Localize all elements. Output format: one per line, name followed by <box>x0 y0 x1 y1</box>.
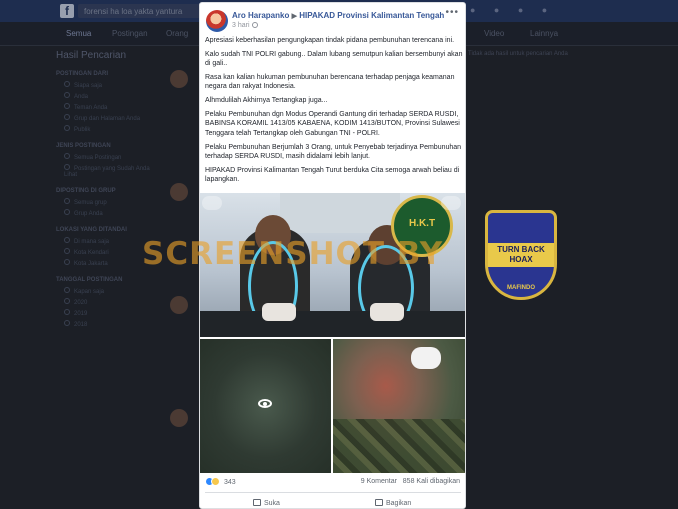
mafindo-logo-name: MAFINDO <box>507 285 535 291</box>
share-label: Bagikan <box>386 500 412 507</box>
badge-text: H.K.T <box>408 218 436 229</box>
post-header: Aro Harapanko ▶ HIPAKAD Provinsi Kaliman… <box>200 3 465 33</box>
filter-option[interactable]: Grup dan Halaman Anda <box>64 114 156 122</box>
photo-hidden-sensitive[interactable] <box>200 339 331 473</box>
filter-section-title: JENIS POSTINGAN <box>56 143 111 149</box>
reaction-bar: 343 9 Komentar 858 Kali dibagikan <box>205 477 460 489</box>
post-paragraph: Pelaku Pembunuhan dgn Modus Operandi Gan… <box>205 111 460 137</box>
group-name-link[interactable]: HIPAKAD Provinsi Kalimantan Tengah <box>299 11 444 20</box>
author-avatar[interactable] <box>206 10 228 32</box>
share-button[interactable]: Bagikan <box>375 499 411 507</box>
filter-option[interactable]: Siapa saja <box>64 81 156 89</box>
like-label: Suka <box>264 500 280 507</box>
filter-option[interactable]: 2018 <box>64 320 156 328</box>
arrow-icon: ▶ <box>291 13 297 20</box>
photo-glove <box>411 347 441 369</box>
right-panel-text: Tidak ada hasil untuk pencarian Anda <box>468 51 568 57</box>
photo-prev-icon[interactable] <box>202 196 222 210</box>
photo-next-icon[interactable] <box>441 196 461 210</box>
like-button[interactable]: Suka <box>253 499 280 507</box>
post-meta: 3 hari <box>232 22 258 29</box>
post-text: Apresiasi keberhasilan pengungkapan tind… <box>205 36 463 189</box>
filter-option[interactable]: 2020 <box>64 298 156 306</box>
avatar[interactable] <box>170 183 188 201</box>
mafindo-logo: TURN BACK HOAX MAFINDO <box>485 210 557 300</box>
post-time[interactable]: 3 hari <box>232 22 250 29</box>
search-filters-sidebar: Hasil Pencarian POSTINGAN DARI Siapa saj… <box>56 50 156 331</box>
filter-section-title: TANGGAL POSTINGAN <box>56 277 123 283</box>
photo-camo <box>333 419 465 473</box>
filter-option[interactable]: 2019 <box>64 309 156 317</box>
more-options-icon[interactable]: ••• <box>445 7 459 18</box>
filter-option[interactable]: Teman Anda <box>64 103 156 111</box>
thumbs-up-icon <box>253 499 261 506</box>
sad-reaction-icon[interactable] <box>211 477 220 486</box>
photo-table <box>200 311 465 337</box>
filter-option[interactable]: Postingan yang Sudah Anda Lihat <box>64 164 156 178</box>
reaction-count[interactable]: 343 <box>224 479 236 486</box>
tab-orang[interactable]: Orang <box>166 29 188 38</box>
filter-section-title: POSTINGAN DARI <box>56 71 109 77</box>
post-paragraph: Pelaku Pembunuhan Berjumlah 3 Orang, unt… <box>205 143 462 160</box>
tab-postingan[interactable]: Postingan <box>112 29 148 38</box>
screenshot-watermark: SCREENSHOT BY <box>142 236 444 272</box>
post-paragraph: Alhmdulilah Akhirnya Tertangkap juga... <box>205 97 328 105</box>
post-photos: H.K.T <box>200 193 465 473</box>
post-paragraph: Kalo sudah TNI POLRI gabung.. Dalam luba… <box>205 50 463 69</box>
tab-semua[interactable]: Semua <box>66 29 91 38</box>
filter-option[interactable]: Anda <box>64 92 156 100</box>
post-actions: Suka Bagikan <box>205 492 461 508</box>
post-title-line: Aro Harapanko ▶ HIPAKAD Provinsi Kaliman… <box>232 11 444 20</box>
filter-option[interactable]: Grup Anda <box>64 209 156 217</box>
filter-section-title: LOKASI YANG DITANDAI <box>56 227 127 233</box>
globe-icon <box>251 22 258 28</box>
post-paragraph: Apresiasi keberhasilan pengungkapan tind… <box>205 37 455 44</box>
nav-icons: ● ● ● ● <box>470 5 556 15</box>
filter-option[interactable]: Kapan saja <box>64 287 156 295</box>
author-name-link[interactable]: Aro Harapanko <box>232 11 289 20</box>
mafindo-logo-main-text: TURN BACK HOAX <box>488 243 554 267</box>
photo-hands <box>370 303 404 321</box>
post-line: Kalo sudah TNI POLRI gabung.. Dalam luba… <box>205 50 463 68</box>
photo-blurred[interactable] <box>333 339 465 473</box>
post-paragraph: Rasa kan kalian hukuman pembunuhan beren… <box>205 74 455 91</box>
engagement-counts: 9 Komentar 858 Kali dibagikan <box>361 478 460 485</box>
avatar[interactable] <box>170 409 188 427</box>
filter-option[interactable]: Publik <box>64 125 156 133</box>
avatar[interactable] <box>170 70 188 88</box>
tab-video[interactable]: Video <box>484 29 504 38</box>
facebook-logo-icon[interactable]: f <box>60 4 74 18</box>
comment-count[interactable]: 9 Komentar <box>361 478 397 485</box>
filter-option[interactable]: Semua grup <box>64 198 156 206</box>
results-heading: Hasil Pencarian <box>56 50 127 61</box>
share-icon <box>375 499 383 506</box>
filter-section-title: DIPOSTING DI GRUP <box>56 188 116 194</box>
post-paragraph: HIPAKAD Provinsi Kalimantan Tengah Turut… <box>205 166 460 184</box>
eye-icon[interactable] <box>258 399 272 408</box>
filter-option[interactable]: Semua Postingan <box>64 153 156 161</box>
right-panel: Tidak ada hasil untuk pencarian Anda <box>468 50 588 59</box>
photo-hands <box>262 303 296 321</box>
share-count[interactable]: 858 Kali dibagikan <box>403 478 460 485</box>
avatar[interactable] <box>170 296 188 314</box>
tab-lainnya[interactable]: Lainnya <box>530 29 558 38</box>
